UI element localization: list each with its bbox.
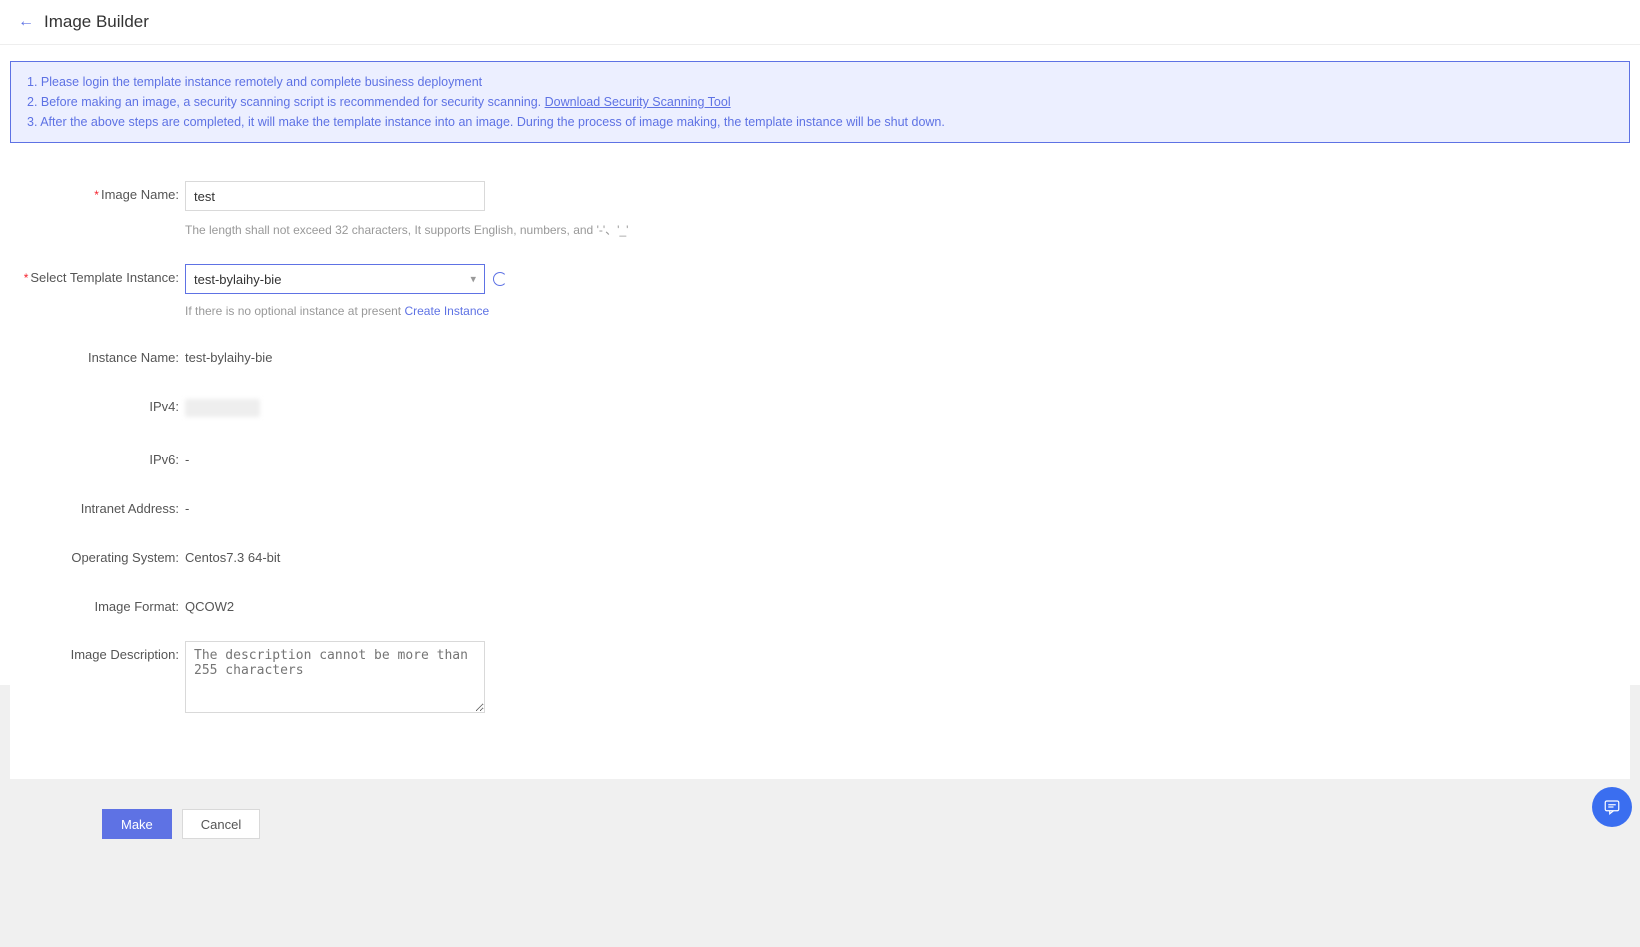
ipv4-value <box>185 393 260 420</box>
select-template-label: *Select Template Instance: <box>20 264 185 287</box>
notice-banner: 1. Please login the template instance re… <box>10 61 1630 143</box>
ipv4-label: IPv4: <box>20 393 185 416</box>
chat-fab[interactable] <box>1592 787 1632 827</box>
notice-line-1: 1. Please login the template instance re… <box>27 72 1613 92</box>
select-template-hint: If there is no optional instance at pres… <box>185 304 507 318</box>
notice-line-2-prefix: 2. Before making an image, a security sc… <box>27 95 545 109</box>
image-builder-form: *Image Name: The length shall not exceed… <box>10 153 1630 779</box>
image-name-input[interactable] <box>185 181 485 211</box>
description-textarea[interactable] <box>185 641 485 713</box>
os-value: Centos7.3 64-bit <box>185 544 280 565</box>
chevron-down-icon: ▾ <box>470 273 476 286</box>
instance-name-label: Instance Name: <box>20 344 185 367</box>
ipv6-value: - <box>185 446 189 467</box>
image-name-label: *Image Name: <box>20 181 185 204</box>
notice-line-3: 3. After the above steps are completed, … <box>27 112 1613 132</box>
format-value: QCOW2 <box>185 593 234 614</box>
download-security-tool-link[interactable]: Download Security Scanning Tool <box>545 95 731 109</box>
description-label: Image Description: <box>20 641 185 664</box>
instance-name-value: test-bylaihy-bie <box>185 344 272 365</box>
create-instance-link[interactable]: Create Instance <box>404 304 489 318</box>
format-label: Image Format: <box>20 593 185 616</box>
cancel-button[interactable]: Cancel <box>182 809 260 839</box>
make-button[interactable]: Make <box>102 809 172 839</box>
select-template-dropdown[interactable]: test-bylaihy-bie ▾ <box>185 264 485 294</box>
ipv6-label: IPv6: <box>20 446 185 469</box>
notice-line-2: 2. Before making an image, a security sc… <box>27 92 1613 112</box>
page-header: ← Image Builder <box>0 0 1640 45</box>
intranet-value: - <box>185 495 189 516</box>
refresh-icon[interactable] <box>493 272 507 286</box>
select-template-value: test-bylaihy-bie <box>194 272 281 287</box>
footer-bar: Make Cancel <box>10 797 1630 851</box>
back-arrow-icon[interactable]: ← <box>18 14 34 30</box>
image-name-hint: The length shall not exceed 32 character… <box>185 221 628 238</box>
chat-icon <box>1603 798 1621 816</box>
intranet-label: Intranet Address: <box>20 495 185 518</box>
os-label: Operating System: <box>20 544 185 567</box>
page-title: Image Builder <box>44 12 149 32</box>
